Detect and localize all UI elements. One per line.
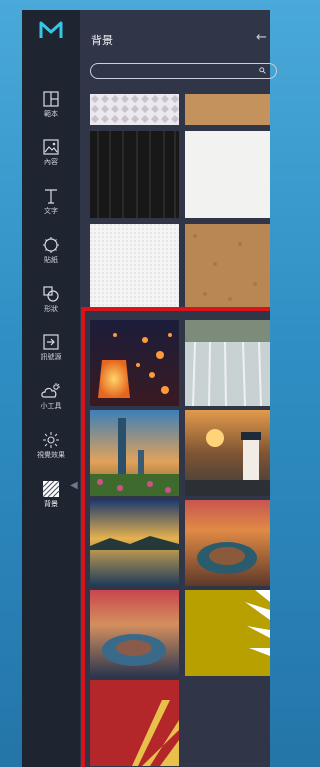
- lake-sunset-photo-tile[interactable]: [90, 500, 179, 586]
- signal-source-icon: [43, 334, 59, 350]
- rail-item-label: 文字: [44, 207, 58, 215]
- widget-icon: [41, 383, 60, 398]
- panel-title: 背景: [91, 34, 113, 47]
- rail-item-widget[interactable]: 小工具: [22, 382, 80, 411]
- rail-item-label: 小工具: [40, 402, 62, 410]
- collapse-panel-icon[interactable]: ◀: [70, 480, 80, 494]
- white-canvas-tile[interactable]: [90, 224, 179, 310]
- taipei-101-photo-tile[interactable]: [90, 410, 179, 496]
- background-icon: [42, 480, 60, 498]
- rail-item-label: 訊號源: [40, 353, 62, 361]
- lighthouse-sunset-photo-tile[interactable]: [185, 410, 270, 496]
- rail-item-content[interactable]: 內容: [22, 138, 80, 167]
- background-panel: 背景 ←: [80, 10, 277, 767]
- rail-item-label: 背景: [44, 500, 58, 508]
- dark-wood-tile[interactable]: [90, 131, 179, 218]
- sticker-icon: [43, 237, 59, 253]
- search-icon[interactable]: [259, 67, 266, 74]
- rail-item-signal-source[interactable]: 訊號源: [22, 333, 80, 362]
- rail-item-text[interactable]: 文字: [22, 187, 80, 216]
- visual-effect-icon: [43, 432, 59, 448]
- search-input[interactable]: [90, 63, 277, 79]
- rail-item-label: 範本: [44, 110, 58, 118]
- horseshoe-bend-dusk-photo-tile[interactable]: [90, 590, 179, 676]
- rail-item-shape[interactable]: 形狀: [22, 285, 80, 314]
- text-icon: [45, 189, 57, 204]
- cork-texture-tile[interactable]: [185, 224, 270, 310]
- template-icon: [43, 91, 59, 107]
- left-rail: 範本 內容 文字 貼紙 形狀 訊號源 小工具 視覺效果 背景: [22, 10, 80, 767]
- app-window: 範本 內容 文字 貼紙 形狀 訊號源 小工具 視覺效果 背景 背景 ← ◀: [22, 10, 277, 767]
- white-texture-tile[interactable]: [185, 131, 270, 218]
- rail-item-visual-effect[interactable]: 視覺效果: [22, 431, 80, 460]
- rail-item-label: 視覺效果: [37, 451, 65, 459]
- image-icon: [43, 139, 59, 155]
- rail-item-label: 內容: [44, 158, 58, 166]
- kraft-paper-tile[interactable]: [185, 94, 270, 125]
- rail-item-label: 形狀: [44, 305, 58, 313]
- back-arrow-icon[interactable]: ←: [256, 31, 267, 44]
- sky-lanterns-photo-tile[interactable]: [90, 320, 179, 406]
- rail-item-template[interactable]: 範本: [22, 90, 80, 119]
- diamond-pattern-tile[interactable]: [90, 94, 179, 125]
- waterfall-photo-tile[interactable]: [185, 320, 270, 406]
- horseshoe-bend-photo-tile[interactable]: [185, 500, 270, 586]
- red-sunburst-tile[interactable]: [90, 680, 179, 766]
- shape-icon: [43, 286, 59, 302]
- rail-item-label: 貼紙: [44, 256, 58, 264]
- brand-logo-icon[interactable]: [39, 20, 63, 40]
- rail-item-sticker[interactable]: 貼紙: [22, 236, 80, 265]
- yellow-sunburst-tile[interactable]: [185, 590, 270, 676]
